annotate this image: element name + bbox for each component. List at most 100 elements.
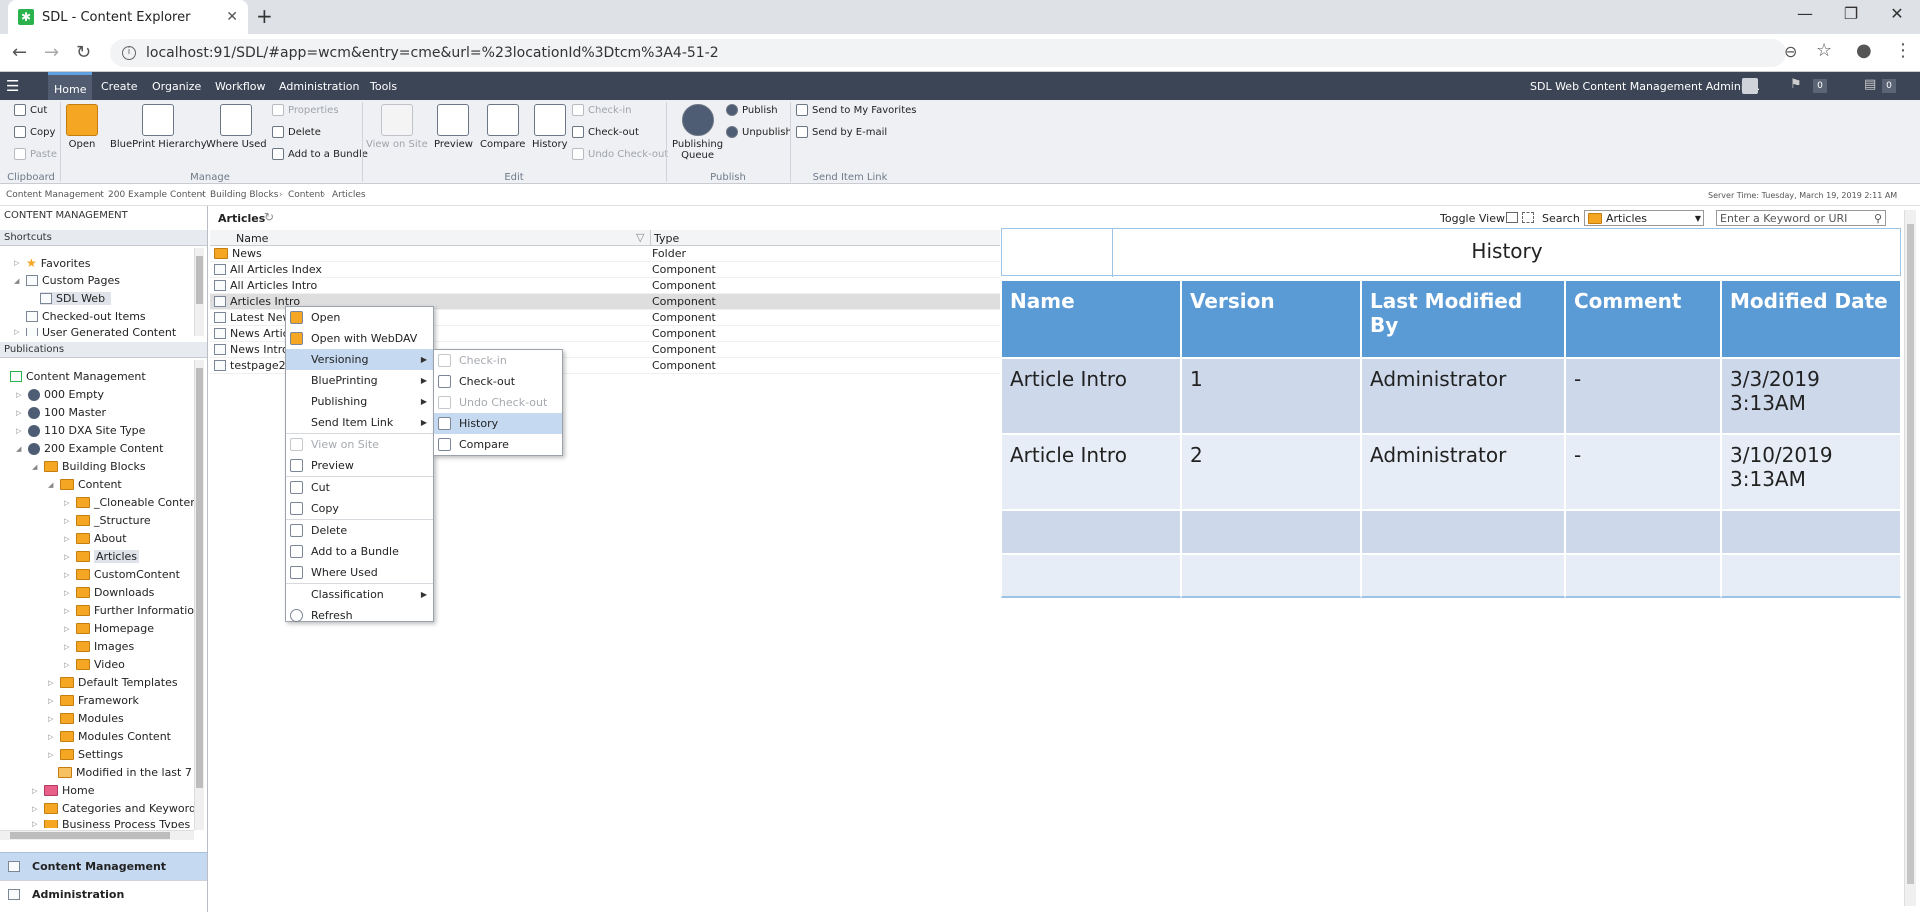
tree-item[interactable]: ▷ Video — [64, 658, 125, 671]
menu-item-publishing[interactable]: Publishing ▶ — [286, 391, 433, 412]
tree-item[interactable]: ▷ Further Information — [64, 604, 201, 617]
tree-item[interactable]: ▷ About — [64, 532, 127, 545]
unpublish-button[interactable]: Unpublish — [726, 126, 792, 138]
compare-button[interactable]: Compare — [480, 104, 525, 150]
bookmark-star-icon[interactable]: ☆ — [1816, 40, 1832, 61]
list-row[interactable]: All Articles Index Component — [210, 262, 1000, 278]
flag-icon[interactable]: ⚑ — [1790, 77, 1802, 92]
tree-item[interactable]: ▷ 100 Master — [16, 406, 106, 419]
delete-button[interactable]: Delete — [272, 126, 321, 138]
shortcut-custom-pages[interactable]: ◢ Custom Pages — [14, 274, 120, 287]
tree-item[interactable]: Modified in the last 7 d — [58, 766, 202, 779]
tab-close-icon[interactable]: ✕ — [226, 9, 238, 25]
submenu-item-undo-check-out[interactable]: Undo Check-out — [434, 392, 562, 413]
minimize-button[interactable]: — — [1782, 4, 1828, 23]
grid-view-icon[interactable] — [1522, 212, 1534, 223]
tree-item[interactable]: ▷ 000 Empty — [16, 388, 104, 401]
publish-button[interactable]: Publish — [726, 104, 778, 116]
tree-item[interactable]: ▷ 110 DXA Site Type — [16, 424, 145, 437]
url-text[interactable]: localhost:91/SDL/#app=wcm&entry=cme&url=… — [146, 45, 719, 61]
menu-item-view-on-site[interactable]: View on Site — [286, 434, 433, 455]
open-button[interactable]: Open — [66, 104, 98, 150]
menu-item-copy[interactable]: Copy — [286, 498, 433, 519]
list-view-icon[interactable] — [1506, 212, 1518, 223]
reload-icon[interactable]: ↻ — [76, 42, 91, 63]
breadcrumb-item[interactable]: Content Management — [6, 190, 104, 200]
shortcuts-scrollbar[interactable] — [194, 248, 204, 336]
where-used-button[interactable]: Where Used — [206, 104, 267, 150]
filter-icon[interactable]: ▽ — [636, 231, 644, 244]
tree-item[interactable]: ▷ Business Process Types — [32, 820, 190, 828]
submenu-item-check-out[interactable]: Check-out — [434, 371, 562, 392]
submenu-item-compare[interactable]: Compare — [434, 434, 562, 455]
tree-item[interactable]: ▷ Default Templates — [48, 676, 178, 689]
properties-button[interactable]: Properties — [272, 104, 339, 116]
shortcut-sdl-web[interactable]: SDL Web — [40, 292, 112, 305]
check-out-button[interactable]: Check-out — [572, 126, 639, 138]
shortcuts-header[interactable]: Shortcuts — [0, 230, 207, 246]
tree-item[interactable]: ▷ Modules — [48, 712, 124, 725]
tree-item[interactable]: ▷ Home — [32, 784, 94, 797]
tree-item[interactable]: ▷ CustomContent — [64, 568, 180, 581]
submenu-item-history[interactable]: History — [434, 413, 562, 434]
history-button[interactable]: History — [532, 104, 568, 150]
tree-item[interactable]: Content Management — [10, 370, 146, 383]
check-in-button[interactable]: Check-in — [572, 104, 632, 116]
user-name[interactable]: SDL Web Content Management Adminis... — [1530, 80, 1760, 93]
menu-workflow[interactable]: Workflow — [215, 80, 266, 93]
tree-item[interactable]: ▷ Settings — [48, 748, 123, 761]
breadcrumb-item[interactable]: 200 Example Content — [108, 190, 206, 200]
tree-item[interactable]: ▷ Modules Content — [48, 730, 171, 743]
tree-horizontal-scrollbar[interactable] — [0, 830, 194, 840]
browser-menu-icon[interactable]: ⋮ — [1894, 40, 1912, 61]
paste-button[interactable]: Paste — [14, 148, 57, 160]
shortcut-favorites[interactable]: ▷ ★ Favorites — [14, 256, 90, 270]
user-avatar[interactable] — [1742, 78, 1758, 94]
menu-home[interactable]: Home — [48, 72, 93, 100]
breadcrumb-item[interactable]: Articles — [332, 190, 366, 200]
menu-item-send-item-link[interactable]: Send Item Link ▶ — [286, 412, 433, 433]
tree-item[interactable]: ◢ Building Blocks — [32, 460, 146, 473]
browser-tab[interactable]: ✱ SDL - Content Explorer ✕ — [8, 0, 248, 34]
tree-item[interactable]: ▷ _Structure — [64, 514, 151, 527]
search-input[interactable]: Enter a Keyword or URI ⚲ — [1716, 210, 1886, 226]
info-icon[interactable]: i — [122, 46, 136, 60]
refresh-icon[interactable]: ↻ — [264, 210, 274, 224]
view-on-site-button[interactable]: View on Site — [366, 104, 428, 150]
menu-item-open[interactable]: Open — [286, 307, 433, 328]
breadcrumb-item[interactable]: Building Blocks — [210, 190, 278, 200]
menu-item-add-to-bundle[interactable]: Add to a Bundle — [286, 541, 433, 562]
menu-item-blueprinting[interactable]: BluePrinting ▶ — [286, 370, 433, 391]
back-arrow-icon[interactable]: ← — [12, 42, 27, 63]
menu-item-delete[interactable]: Delete — [286, 520, 433, 541]
menu-item-classification[interactable]: Classification ▶ — [286, 584, 433, 605]
breadcrumb-item[interactable]: Content — [288, 190, 324, 200]
menu-item-cut[interactable]: Cut — [286, 477, 433, 498]
zoom-icon[interactable]: ⊖ — [1784, 42, 1797, 61]
publications-header[interactable]: Publications — [0, 342, 207, 358]
send-by-email-button[interactable]: Send by E-mail — [796, 126, 887, 138]
preview-button[interactable]: Preview — [434, 104, 473, 150]
hamburger-icon[interactable]: ☰ — [6, 77, 19, 95]
menu-item-preview[interactable]: Preview — [286, 455, 433, 476]
send-to-favorites-button[interactable]: Send to My Favorites — [796, 104, 916, 116]
undo-check-out-button[interactable]: Undo Check-out — [572, 148, 668, 160]
shortcut-checked-out[interactable]: Checked-out Items — [26, 310, 146, 323]
list-row[interactable]: All Articles Intro Component — [210, 278, 1000, 294]
menu-create[interactable]: Create — [101, 80, 138, 93]
tree-item[interactable]: ▷ Framework — [48, 694, 139, 707]
menu-tools[interactable]: Tools — [370, 80, 397, 93]
add-to-bundle-button[interactable]: Add to a Bundle — [272, 148, 368, 160]
window-close-button[interactable]: ✕ — [1874, 4, 1920, 23]
list-row[interactable]: News Folder — [210, 246, 1000, 262]
column-name-header[interactable]: Name — [236, 232, 268, 245]
cut-button[interactable]: Cut — [14, 104, 47, 116]
tree-item-selected[interactable]: ▷ Articles — [64, 550, 140, 563]
menu-organize[interactable]: Organize — [152, 80, 201, 93]
new-tab-button[interactable]: + — [256, 4, 273, 28]
publishing-queue-button[interactable]: Publishing Queue — [672, 104, 723, 161]
account-icon[interactable]: ● — [1856, 40, 1872, 61]
copy-button[interactable]: Copy — [14, 126, 55, 138]
main-scrollbar[interactable] — [1904, 210, 1916, 906]
clipboard-icon[interactable]: ▤ — [1864, 77, 1876, 92]
